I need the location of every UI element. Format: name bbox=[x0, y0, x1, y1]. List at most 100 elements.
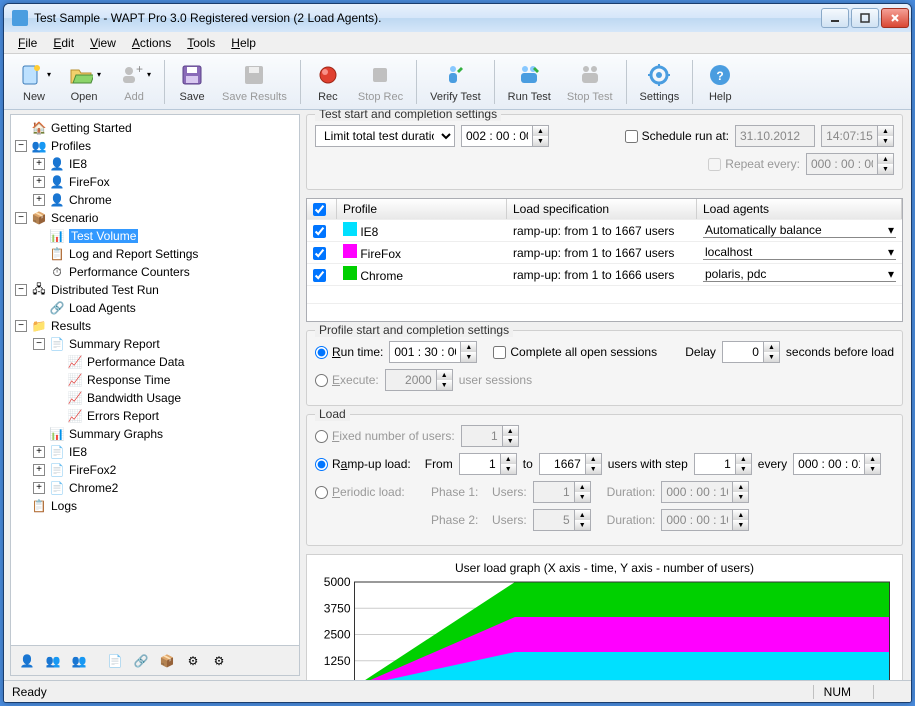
col-profile[interactable]: Profile bbox=[337, 199, 507, 219]
tree-chrome[interactable]: +👤Chrome bbox=[31, 191, 297, 209]
tt-btn-6[interactable]: 📦 bbox=[155, 649, 179, 673]
col-spec[interactable]: Load specification bbox=[507, 199, 697, 219]
tt-btn-5[interactable]: 🔗 bbox=[129, 649, 153, 673]
expand-icon[interactable]: + bbox=[33, 158, 45, 170]
minimize-button[interactable] bbox=[821, 8, 849, 28]
expand-icon[interactable]: + bbox=[33, 464, 45, 476]
fixed-radio-label[interactable]: Fixed number of users: bbox=[315, 429, 455, 443]
expand-icon[interactable]: + bbox=[33, 176, 45, 188]
tt-btn-8[interactable]: ⚙ bbox=[207, 649, 231, 673]
table-row[interactable]: FireFox ramp-up: from 1 to 1667 users lo… bbox=[307, 241, 902, 263]
delay-spinner[interactable]: ▲▼ bbox=[722, 341, 780, 363]
stop-test-button[interactable]: Stop Test bbox=[560, 58, 620, 106]
tt-btn-7[interactable]: ⚙ bbox=[181, 649, 205, 673]
tree-errors[interactable]: 📈Errors Report bbox=[49, 407, 297, 425]
tree-resp-time[interactable]: 📈Response Time bbox=[49, 371, 297, 389]
runtime-radio-label[interactable]: Run time: bbox=[315, 345, 383, 359]
repeat-label[interactable]: Repeat every: bbox=[708, 157, 800, 171]
runtime-radio[interactable] bbox=[315, 346, 328, 359]
execute-radio-label[interactable]: Execute: bbox=[315, 373, 379, 387]
tree-perf-data[interactable]: 📈Performance Data bbox=[49, 353, 297, 371]
tree-scenario[interactable]: −📦Scenario bbox=[13, 209, 297, 227]
tree-getting-started[interactable]: 🏠Getting Started bbox=[13, 119, 297, 137]
col-agents[interactable]: Load agents bbox=[697, 199, 902, 219]
tree-log-report[interactable]: 📋Log and Report Settings bbox=[31, 245, 297, 263]
tree-r-ie8[interactable]: +📄IE8 bbox=[31, 443, 297, 461]
periodic-radio-label[interactable]: Periodic load: bbox=[315, 485, 425, 499]
collapse-icon[interactable]: − bbox=[15, 284, 27, 296]
expand-icon[interactable]: + bbox=[33, 482, 45, 494]
tree-ie8[interactable]: +👤IE8 bbox=[31, 155, 297, 173]
every-value[interactable] bbox=[794, 454, 864, 474]
tree-firefox[interactable]: +👤FireFox bbox=[31, 173, 297, 191]
titlebar[interactable]: Test Sample - WAPT Pro 3.0 Registered ve… bbox=[4, 4, 911, 32]
table-row[interactable]: Chrome ramp-up: from 1 to 1666 users pol… bbox=[307, 263, 902, 285]
tree-r-chrome2[interactable]: +📄Chrome2 bbox=[31, 479, 297, 497]
save-results-button[interactable]: Save Results bbox=[215, 58, 294, 106]
row-checkbox[interactable] bbox=[313, 269, 326, 282]
table-row[interactable]: IE8 ramp-up: from 1 to 1667 users Automa… bbox=[307, 219, 902, 241]
collapse-icon[interactable]: − bbox=[15, 212, 27, 224]
tree-results[interactable]: −📁Results bbox=[13, 317, 297, 335]
execute-radio[interactable] bbox=[315, 374, 328, 387]
close-button[interactable] bbox=[881, 8, 909, 28]
tree-summary-report[interactable]: −📄Summary Report bbox=[31, 335, 297, 353]
agent-select[interactable]: localhost▾ bbox=[703, 245, 896, 260]
complete-sessions-label[interactable]: Complete all open sessions bbox=[493, 345, 657, 359]
collapse-icon[interactable]: − bbox=[33, 338, 45, 350]
delay-value[interactable] bbox=[723, 342, 763, 362]
tt-btn-4[interactable]: 📄 bbox=[103, 649, 127, 673]
menu-tools[interactable]: Tools bbox=[179, 34, 223, 52]
step-spinner[interactable]: ▲▼ bbox=[694, 453, 752, 475]
collapse-icon[interactable]: − bbox=[15, 140, 27, 152]
menu-view[interactable]: View bbox=[82, 34, 124, 52]
agent-select[interactable]: Automatically balance▾ bbox=[703, 223, 896, 238]
schedule-label[interactable]: Schedule run at: bbox=[625, 129, 729, 143]
settings-button[interactable]: Settings bbox=[633, 58, 687, 106]
select-all-checkbox[interactable] bbox=[313, 203, 326, 216]
tt-btn-3[interactable]: 👥 bbox=[67, 649, 91, 673]
verify-test-button[interactable]: Verify Test bbox=[423, 58, 488, 106]
tt-btn-2[interactable]: 👥 bbox=[41, 649, 65, 673]
from-spinner[interactable]: ▲▼ bbox=[459, 453, 517, 475]
to-value[interactable] bbox=[540, 454, 585, 474]
step-value[interactable] bbox=[695, 454, 735, 474]
agent-select[interactable]: polaris, pdc▾ bbox=[703, 267, 896, 282]
row-checkbox[interactable] bbox=[313, 225, 326, 238]
add-button[interactable]: +▾Add bbox=[110, 58, 158, 106]
complete-sessions-checkbox[interactable] bbox=[493, 346, 506, 359]
expand-icon[interactable]: + bbox=[33, 446, 45, 458]
menu-file[interactable]: File bbox=[10, 34, 45, 52]
fixed-radio[interactable] bbox=[315, 430, 328, 443]
schedule-checkbox[interactable] bbox=[625, 130, 638, 143]
tree-dist-run[interactable]: −🖧Distributed Test Run bbox=[13, 281, 297, 299]
to-spinner[interactable]: ▲▼ bbox=[539, 453, 602, 475]
limit-value-spinner[interactable]: ▲▼ bbox=[461, 125, 549, 147]
limit-value[interactable] bbox=[462, 126, 532, 146]
collapse-icon[interactable]: − bbox=[15, 320, 27, 332]
every-spinner[interactable]: ▲▼ bbox=[793, 453, 881, 475]
save-button[interactable]: Save bbox=[171, 58, 213, 106]
new-button[interactable]: ▾New bbox=[10, 58, 58, 106]
tree-summary-graphs[interactable]: 📊Summary Graphs bbox=[31, 425, 297, 443]
menu-actions[interactable]: Actions bbox=[124, 34, 179, 52]
tree[interactable]: 🏠Getting Started −👥Profiles +👤IE8 +👤Fire… bbox=[11, 115, 299, 645]
from-value[interactable] bbox=[460, 454, 500, 474]
tree-test-volume[interactable]: 📊Test Volume bbox=[31, 227, 297, 245]
ramp-radio-label[interactable]: Ramp-up load: bbox=[315, 457, 411, 471]
tree-bandwidth[interactable]: 📈Bandwidth Usage bbox=[49, 389, 297, 407]
menu-edit[interactable]: Edit bbox=[45, 34, 82, 52]
row-checkbox[interactable] bbox=[313, 247, 326, 260]
run-test-button[interactable]: Run Test bbox=[501, 58, 558, 106]
tree-load-agents[interactable]: 🔗Load Agents bbox=[31, 299, 297, 317]
runtime-value[interactable] bbox=[390, 342, 460, 362]
menu-help[interactable]: Help bbox=[223, 34, 264, 52]
tt-btn-1[interactable]: 👤 bbox=[15, 649, 39, 673]
tree-profiles[interactable]: −👥Profiles bbox=[13, 137, 297, 155]
stop-rec-button[interactable]: Stop Rec bbox=[351, 58, 410, 106]
rec-button[interactable]: Rec bbox=[307, 58, 349, 106]
tree-logs[interactable]: 📋Logs bbox=[13, 497, 297, 515]
tree-r-firefox2[interactable]: +📄FireFox2 bbox=[31, 461, 297, 479]
runtime-spinner[interactable]: ▲▼ bbox=[389, 341, 477, 363]
ramp-radio[interactable] bbox=[315, 458, 328, 471]
